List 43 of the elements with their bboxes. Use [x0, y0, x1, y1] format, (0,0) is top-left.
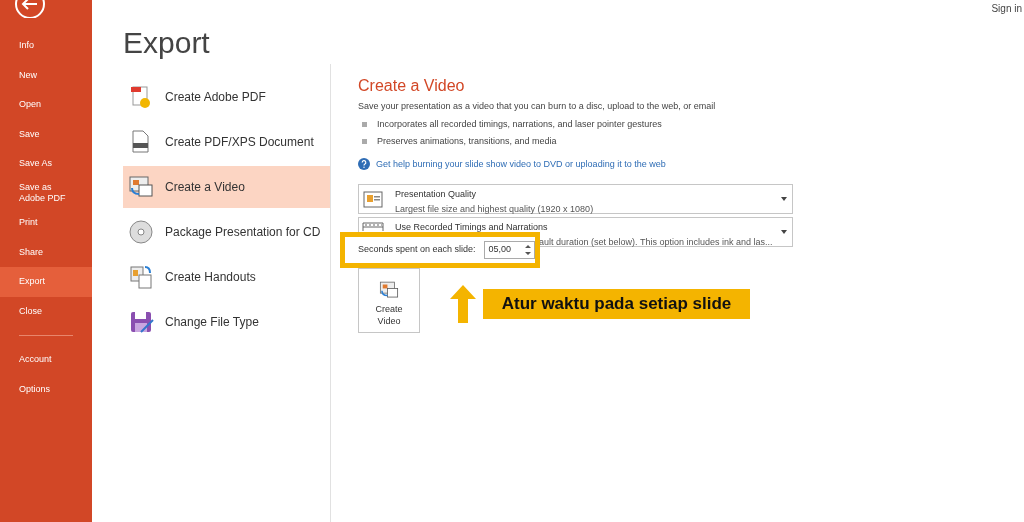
- bullet-icon: [362, 121, 367, 127]
- sidebar-item[interactable]: Share: [0, 237, 92, 267]
- disc-icon: [127, 217, 155, 246]
- dropdown-description: Largest file size and highest quality (1920 x 1080): [395, 203, 595, 215]
- seconds-field[interactable]: 05,00: [483, 241, 535, 259]
- slide-icon: [362, 189, 384, 210]
- page-title: Export: [123, 25, 210, 61]
- dropdown-title: Use Recorded Timings and Narrations: [395, 221, 548, 233]
- sidebar-item[interactable]: Close: [0, 296, 92, 326]
- export-option[interactable]: Change File Type: [123, 300, 330, 343]
- section-title: Create a Video: [358, 76, 466, 96]
- dropdown-description: ault duration (set below). This option includes ink and las...: [538, 236, 774, 248]
- dropdown[interactable]: Presentation Quality Largest file size and highest quality (1920 x 1080): [358, 184, 793, 214]
- export-option[interactable]: Create a Video: [123, 165, 330, 208]
- sidebar-item[interactable]: Open: [0, 90, 92, 120]
- sidebar-item[interactable]: Account: [0, 345, 92, 375]
- sidebar-item[interactable]: New: [0, 60, 92, 90]
- export-option[interactable]: Package Presentation for CD: [123, 210, 330, 253]
- bullet-icon: [362, 139, 367, 145]
- export-option[interactable]: Create Handouts: [123, 255, 330, 298]
- bullet-text: Preserves animations, transitions, and media: [377, 135, 557, 148]
- sidebar-item[interactable]: Print: [0, 208, 92, 238]
- help-link[interactable]: Get help burning your slide show video to DVD or uploading it to the web: [376, 157, 666, 171]
- export-option[interactable]: Create PDF/XPS Document: [123, 120, 330, 163]
- sidebar-item[interactable]: Options: [0, 374, 92, 404]
- sidebar-item[interactable]: Export: [0, 267, 92, 297]
- sign-in-link[interactable]: Sign in: [991, 1, 1022, 16]
- sidebar-item[interactable]: Info: [0, 31, 92, 61]
- bullet-text: Incorporates all recorded timings, narrations, and laser pointer gestures: [377, 117, 662, 131]
- caret-icon: [781, 230, 787, 234]
- sidebar-item[interactable]: Save As: [0, 149, 92, 179]
- create-video-button[interactable]: Create Video: [358, 268, 420, 333]
- export-option[interactable]: Create Adobe PDF: [123, 75, 330, 118]
- video-icon: [378, 279, 400, 301]
- help-icon: [358, 158, 370, 171]
- description-text: Save your presentation as a video that you can burn to a disc, upload to the web, or email: [358, 100, 717, 113]
- up-arrow-icon: [450, 285, 476, 323]
- dropdown-title: Presentation Quality: [395, 188, 477, 200]
- sidebar-item[interactable]: Save as Adobe PDF: [0, 178, 92, 208]
- spinner-icon[interactable]: [525, 244, 531, 256]
- caret-icon: [781, 197, 787, 201]
- callout: Atur waktu pada setiap slide: [483, 289, 750, 319]
- sidebar-item[interactable]: Save: [0, 119, 92, 149]
